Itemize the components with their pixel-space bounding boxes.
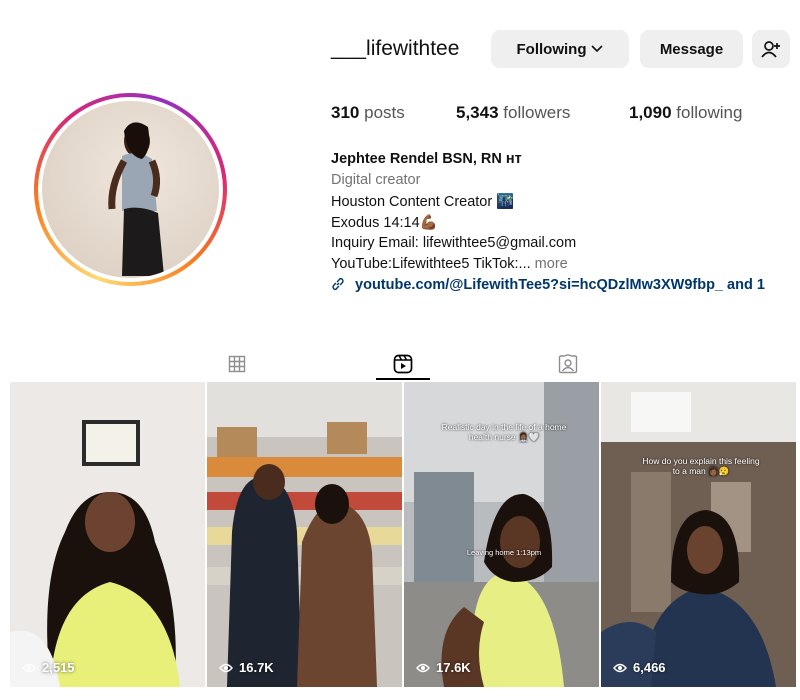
posts-count: 310: [331, 103, 360, 122]
bio-line-with-more: YouTube:Lifewithtee5 TikTok:... more: [331, 256, 568, 272]
reel-thumbnail: [601, 382, 796, 687]
following-button-label: Following: [516, 40, 587, 58]
tab-tagged[interactable]: [548, 352, 588, 376]
bio-line: Houston Content Creator 🌃: [331, 194, 515, 210]
followers-count: 5,343: [456, 103, 499, 122]
reels-icon: [393, 354, 413, 374]
reel-thumbnail: [207, 382, 402, 687]
active-tab-indicator: [376, 378, 430, 380]
eye-icon: [22, 663, 36, 672]
following-stat-label: following: [676, 103, 743, 122]
reel-view-count: 2,515: [22, 660, 75, 675]
reel-caption-overlay: Leaving home 1:13pm: [466, 548, 542, 557]
bio-line: YouTube:Lifewithtee5 TikTok:...: [331, 256, 531, 272]
reel-tile[interactable]: How do you explain this feeling to a man…: [601, 382, 796, 687]
reel-caption-overlay: How do you explain this feeling to a man…: [642, 456, 760, 477]
posts-label: posts: [364, 103, 405, 122]
add-user-button[interactable]: [752, 30, 790, 68]
tab-posts[interactable]: [217, 352, 257, 376]
bio-line: Exodus 14:14💪🏾: [331, 215, 438, 231]
tagged-icon: [558, 354, 578, 374]
profile-avatar[interactable]: [34, 93, 227, 286]
following-stat[interactable]: 1,090 following: [629, 103, 742, 123]
profile-link-text: youtube.com/@LifewithTee5?si=hcQDzlMw3XW…: [355, 277, 765, 293]
reel-tile[interactable]: 16.7K: [207, 382, 402, 687]
avatar-figure: [108, 122, 164, 276]
grid-icon: [228, 355, 246, 373]
following-button[interactable]: Following: [491, 30, 629, 68]
reel-thumbnail: [10, 382, 205, 687]
reel-caption-overlay: Realistic day in the life of a home heal…: [441, 422, 567, 443]
message-button[interactable]: Message: [640, 30, 743, 68]
link-icon: [331, 277, 345, 291]
eye-icon: [416, 663, 430, 672]
bio-line: Inquiry Email: lifewithtee5@gmail.com: [331, 235, 577, 251]
reel-tile[interactable]: Realistic day in the life of a home heal…: [404, 382, 599, 687]
profile-link[interactable]: youtube.com/@LifewithTee5?si=hcQDzlMw3XW…: [331, 277, 765, 293]
reel-view-count: 17.6K: [416, 660, 471, 675]
reel-views: 16.7K: [239, 660, 274, 675]
eye-icon: [613, 663, 627, 672]
reel-tile[interactable]: 2,515: [10, 382, 205, 687]
followers-stat[interactable]: 5,343 followers: [456, 103, 570, 123]
eye-icon: [219, 663, 233, 672]
tab-reels[interactable]: [383, 352, 423, 376]
reel-views: 17.6K: [436, 660, 471, 675]
display-name: Jephtee Rendel BSN, RN нт: [331, 151, 522, 167]
more-link[interactable]: more: [535, 256, 568, 272]
profile-username: ___lifewithtee: [331, 37, 460, 60]
reel-views: 2,515: [42, 660, 75, 675]
reel-views: 6,466: [633, 660, 666, 675]
add-user-icon: [761, 40, 781, 58]
reel-view-count: 6,466: [613, 660, 666, 675]
posts-stat: 310 posts: [331, 103, 405, 123]
followers-label: followers: [503, 103, 571, 122]
reel-view-count: 16.7K: [219, 660, 274, 675]
avatar-ring-gap: [38, 97, 223, 282]
avatar-photo: [42, 101, 219, 278]
following-count: 1,090: [629, 103, 672, 122]
profile-tabs: [0, 350, 800, 380]
category-label: Digital creator: [331, 172, 421, 188]
chevron-down-icon: [591, 45, 604, 53]
